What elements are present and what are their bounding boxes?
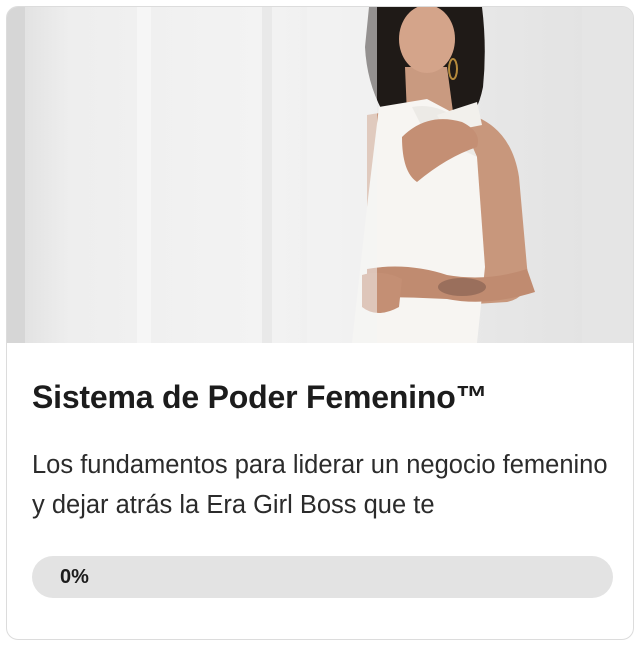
- course-description: Los fundamentos para liderar un negocio …: [32, 451, 608, 519]
- progress-bar: 0%: [32, 556, 613, 598]
- course-title[interactable]: Sistema de Poder Femenino™: [32, 379, 488, 416]
- course-card[interactable]: Sistema de Poder Femenino™ Los fundament…: [6, 6, 634, 640]
- progress-label: 0%: [60, 566, 89, 588]
- course-cover-image[interactable]: [7, 7, 633, 343]
